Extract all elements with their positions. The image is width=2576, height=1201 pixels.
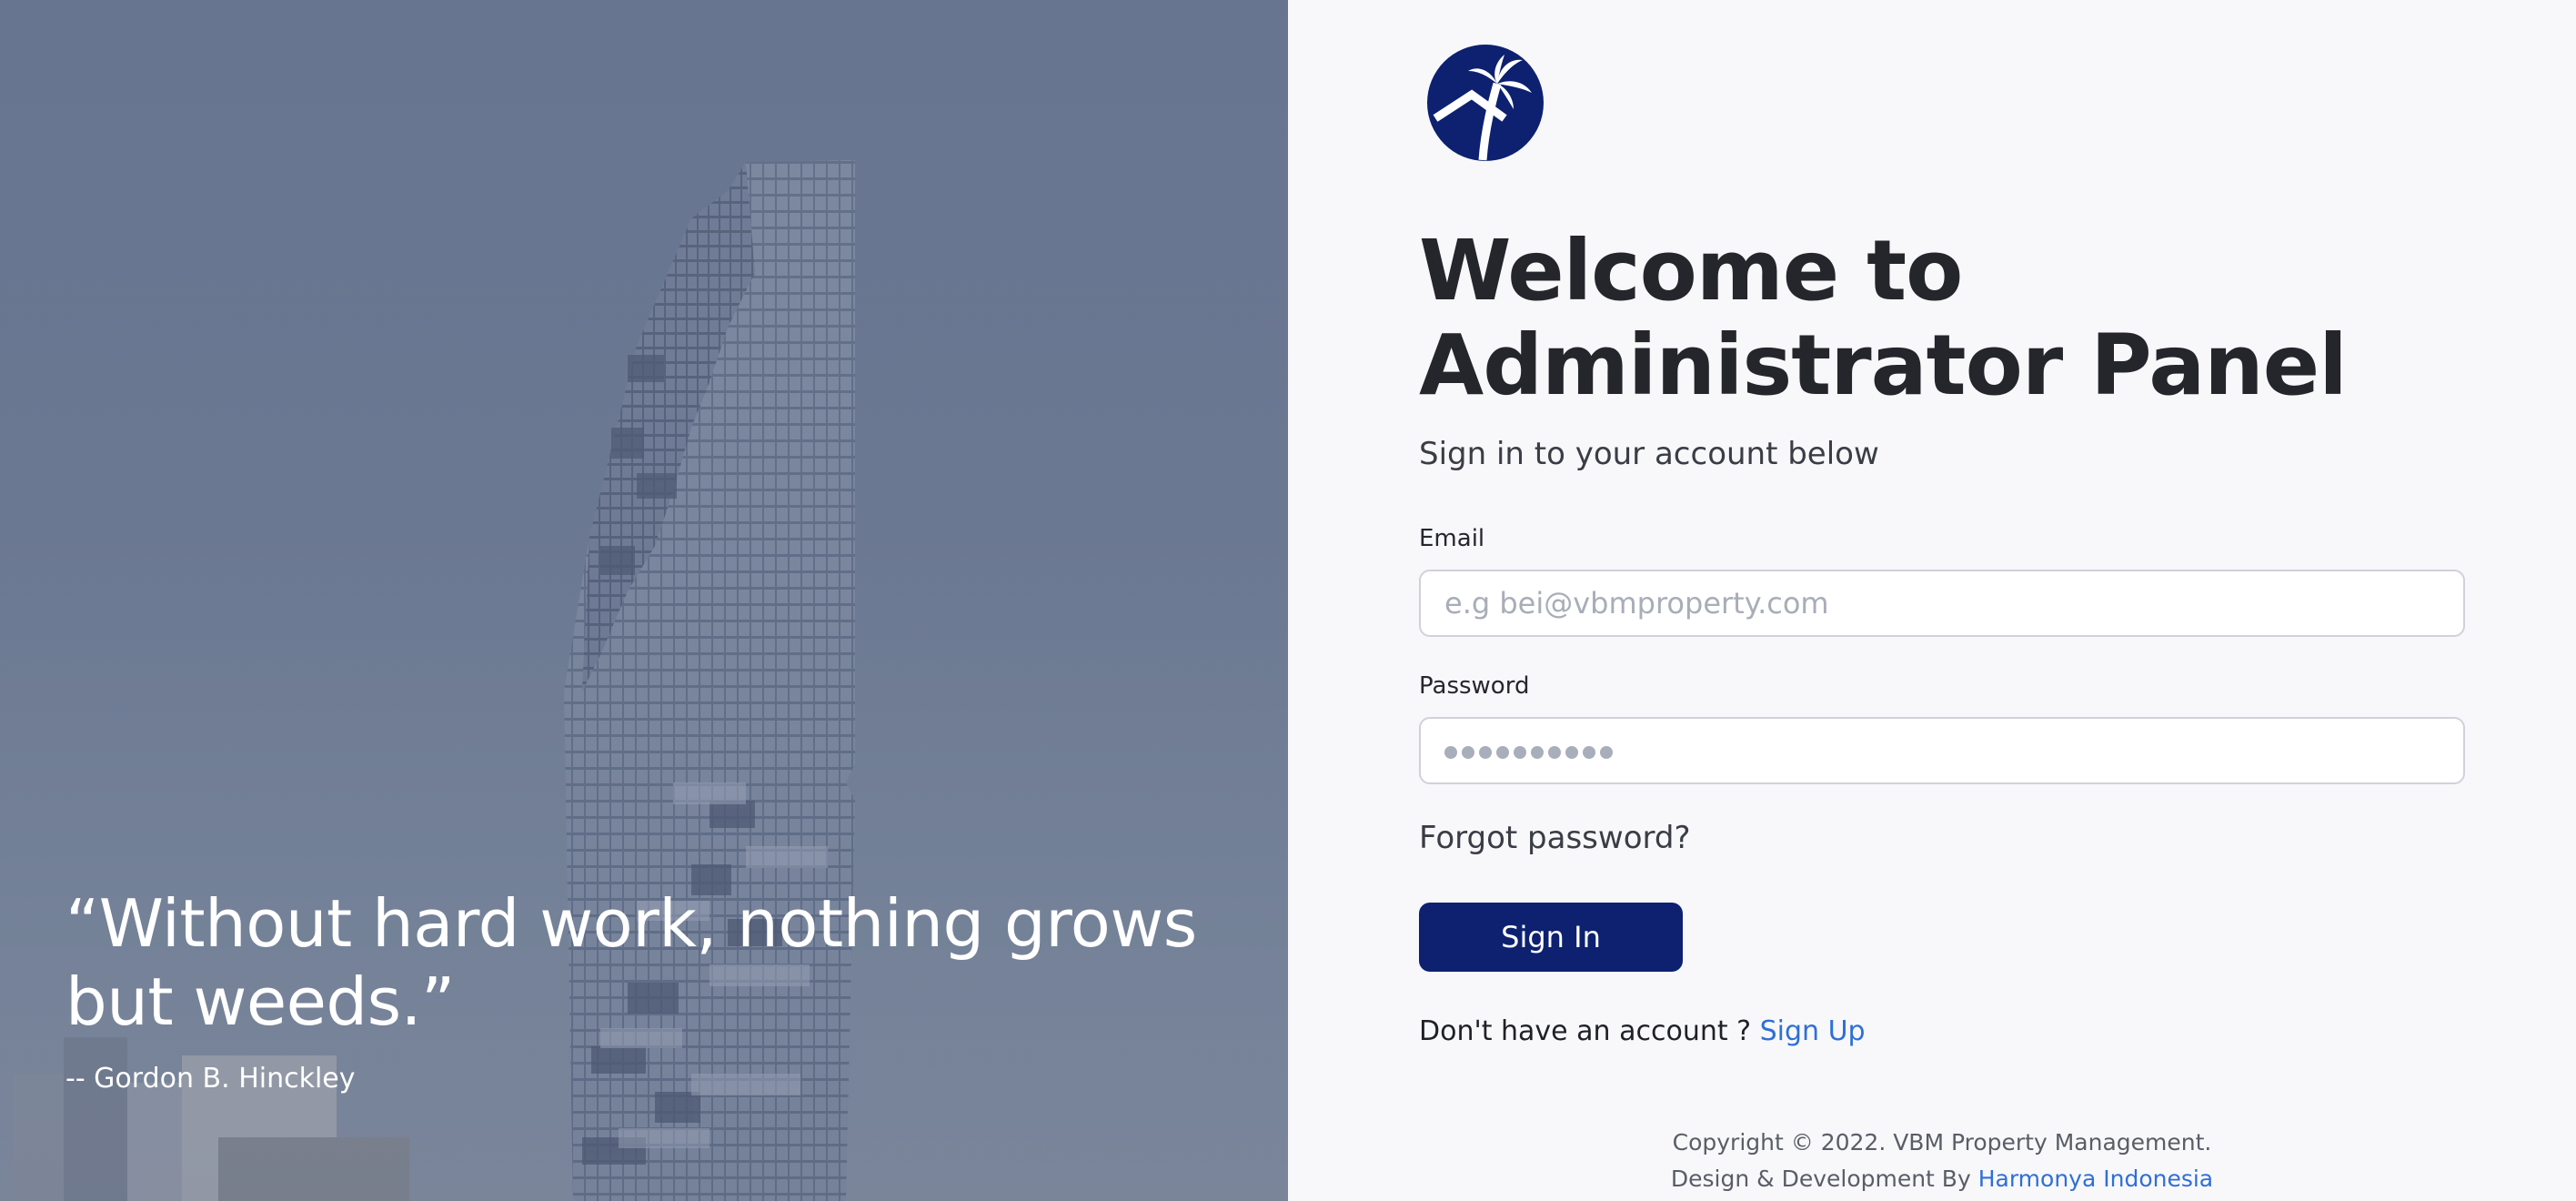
footer: Copyright © 2022. VBM Property Managemen… bbox=[1419, 1125, 2465, 1197]
email-field[interactable] bbox=[1419, 570, 2465, 637]
page-subtitle: Sign in to your account below bbox=[1419, 436, 1879, 472]
design-credit: Design & Development By Harmonya Indones… bbox=[1419, 1161, 2465, 1197]
forgot-password-link[interactable]: Forgot password? bbox=[1419, 815, 1691, 861]
password-field[interactable] bbox=[1419, 717, 2465, 784]
hero-quote-author: -- Gordon B. Hinckley bbox=[65, 1063, 356, 1095]
palm-house-icon bbox=[1427, 45, 1544, 161]
copyright-text: Copyright © 2022. VBM Property Managemen… bbox=[1672, 1129, 2212, 1156]
signup-prompt: Don't have an account ? Sign Up bbox=[1419, 1012, 1866, 1052]
sign-in-button[interactable]: Sign In bbox=[1419, 903, 1683, 972]
design-credit-prefix: Design & Development By bbox=[1670, 1166, 1971, 1192]
page-title: Welcome to Administrator Panel bbox=[1419, 222, 2348, 414]
sign-up-link[interactable]: Sign Up bbox=[1760, 1015, 1866, 1047]
email-label: Email bbox=[1419, 525, 1485, 552]
hero-panel: “Without hard work, nothing grows but we… bbox=[0, 0, 1288, 1201]
design-credit-link[interactable]: Harmonya Indonesia bbox=[1978, 1166, 2213, 1192]
password-label: Password bbox=[1419, 672, 1530, 700]
hero-quote: “Without hard work, nothing grows but we… bbox=[65, 885, 1197, 1040]
no-account-text: Don't have an account ? bbox=[1419, 1015, 1752, 1047]
